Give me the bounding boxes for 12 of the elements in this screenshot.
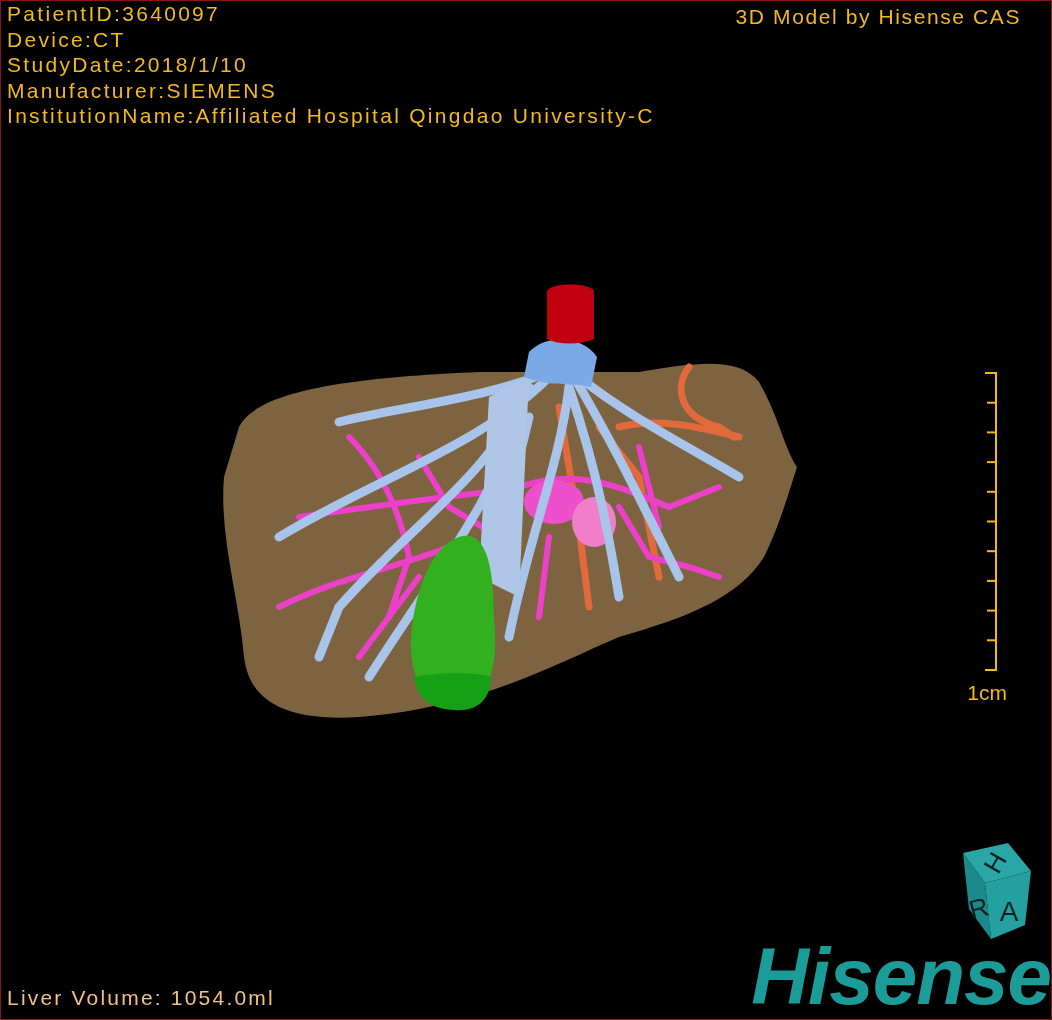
info-line: Device:CT (7, 26, 127, 52)
info-line: PatientID:3640097 (7, 1, 222, 27)
info-line: StudyDate:2018/1/10 (7, 52, 250, 78)
info-line: InstitutionName:Affiliated Hospital Qingdao University-C (7, 103, 655, 129)
liver-volume: Liver Volume: 1054.0ml (7, 984, 275, 1011)
scale-label: 1cm (967, 681, 1007, 704)
cube-label: H (977, 846, 1013, 879)
info-line: Manufacturer:SIEMENS (7, 77, 279, 103)
logo: Hisense (751, 941, 1051, 1013)
cube-label: A (999, 896, 1019, 927)
cube-label: R (965, 891, 992, 925)
model-credit: 3D Model by Hisense CAS (735, 5, 1021, 28)
